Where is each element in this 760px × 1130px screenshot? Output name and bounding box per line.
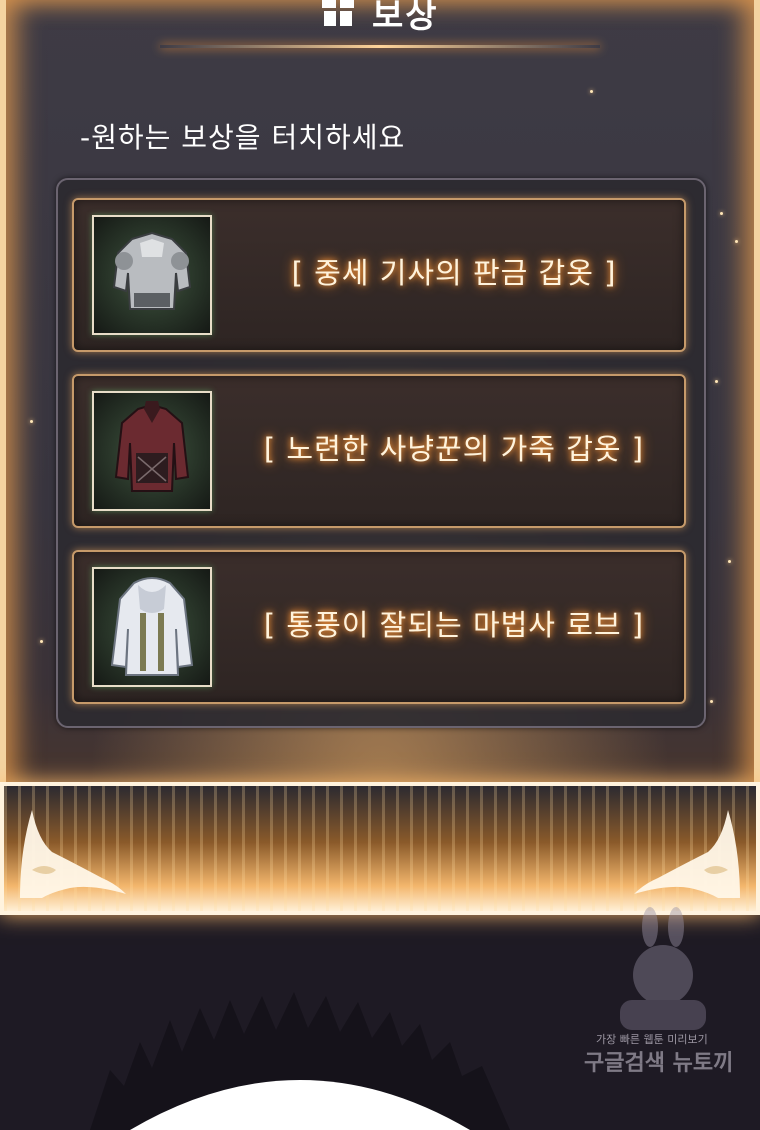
gift-icon: [320, 0, 356, 26]
wizard-robe-icon: [92, 567, 212, 687]
reward-option-leather-armor[interactable]: [ 노련한 사냥꾼의 가죽 갑옷 ]: [72, 374, 686, 528]
sparkle: [30, 420, 33, 423]
corner-ornament-right: [634, 810, 740, 898]
spiky-light-burst: [90, 992, 510, 1130]
instruction-text: -원하는 보상을 터치하세요: [80, 121, 406, 154]
reward-label: [ 통풍이 잘되는 마법사 로브 ]: [263, 608, 645, 642]
reward-header: 보상: [0, 0, 760, 50]
reward-option-plate-armor[interactable]: [ 중세 기사의 판금 갑옷 ]: [72, 198, 686, 352]
sparkle: [590, 90, 593, 93]
sparkle: [735, 240, 738, 243]
sparkle: [728, 560, 731, 563]
sparkle: [720, 212, 723, 215]
leather-armor-icon: [92, 391, 212, 511]
corner-ornament-left: [20, 810, 126, 898]
plate-armor-icon: [92, 215, 212, 335]
reward-option-wizard-robe[interactable]: [ 통풍이 잘되는 마법사 로브 ]: [72, 550, 686, 704]
reward-label: [ 중세 기사의 판금 갑옷 ]: [291, 256, 617, 290]
header-title: 보상: [372, 0, 439, 36]
header-divider: [160, 45, 600, 48]
sparkle: [40, 640, 43, 643]
reward-label: [ 노련한 사냥꾼의 가죽 갑옷 ]: [263, 432, 645, 466]
sparkle: [715, 380, 718, 383]
sparkle: [710, 700, 713, 703]
watermark-brand: 구글검색 뉴토끼: [584, 1051, 734, 1076]
